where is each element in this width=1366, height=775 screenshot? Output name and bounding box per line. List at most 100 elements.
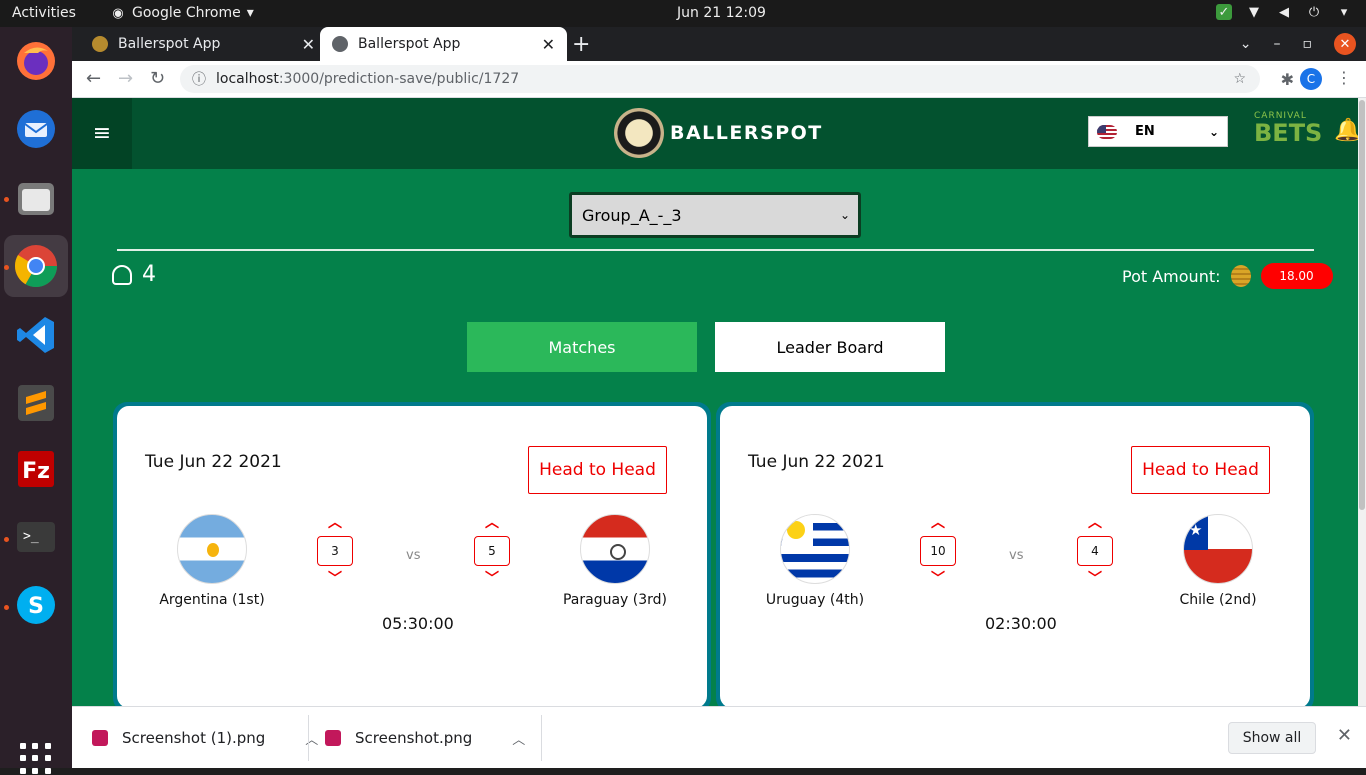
page-scrollbar[interactable] <box>1358 98 1366 706</box>
group-select[interactable]: Group_A_-_3 ⌄ <box>569 192 861 238</box>
close-icon[interactable]: ✕ <box>542 35 555 54</box>
address-bar[interactable]: ⓘ localhost :3000/prediction-save/public… <box>180 65 1260 93</box>
chevron-down-icon[interactable]: ﹀ <box>920 572 956 586</box>
home-score-input[interactable]: 3 <box>317 536 353 566</box>
globe-icon <box>332 36 348 52</box>
bookmark-star-icon[interactable]: ☆ <box>1233 71 1246 87</box>
update-icon[interactable]: ✓ <box>1216 4 1232 20</box>
profile-avatar[interactable]: C <box>1300 68 1322 90</box>
pot-label: Pot Amount: <box>1122 266 1221 286</box>
tab-search-icon[interactable]: ⌄ <box>1240 36 1252 52</box>
chevron-up-icon[interactable]: ︿ <box>512 729 525 748</box>
close-icon[interactable]: ✕ <box>302 35 315 54</box>
close-icon[interactable]: ✕ <box>1337 725 1352 746</box>
clock[interactable]: Jun 21 12:09 <box>677 5 766 21</box>
image-file-icon <box>325 730 341 746</box>
coin-stack-icon <box>1230 265 1251 287</box>
chevron-up-icon[interactable]: ︿ <box>317 516 353 530</box>
new-tab-icon[interactable]: + <box>572 32 590 57</box>
browser-toolbar: ← → ↻ ⓘ localhost :3000/prediction-save/… <box>72 61 1366 98</box>
download-item[interactable]: Screenshot.png ︿ <box>325 707 525 769</box>
app-menu-label: Google Chrome <box>132 5 241 21</box>
chevron-up-icon[interactable]: ︿ <box>474 516 510 530</box>
argentina-flag-icon <box>177 514 247 584</box>
power-icon: ⏻ <box>1308 4 1320 20</box>
window-close-icon[interactable]: ✕ <box>1334 33 1356 55</box>
language-select[interactable]: EN ⌄ <box>1088 116 1228 147</box>
away-score-input[interactable]: 4 <box>1077 536 1113 566</box>
files-icon[interactable] <box>10 173 62 225</box>
app-header: ≡ BALLERSPOT EN ⌄ CARNIVAL BETS 🔔 <box>72 98 1361 169</box>
away-score-input[interactable]: 5 <box>474 536 510 566</box>
away-team: Chile (2nd) <box>1153 514 1283 608</box>
uruguay-flag-icon <box>780 514 850 584</box>
browser-tab[interactable]: Ballerspot App ✕ <box>80 27 327 61</box>
sublime-text-icon[interactable] <box>10 377 62 429</box>
home-score-input[interactable]: 10 <box>920 536 956 566</box>
chevron-up-icon[interactable]: ︿ <box>1077 516 1113 530</box>
back-icon[interactable]: ← <box>86 68 101 89</box>
kebab-menu-icon[interactable]: ⋮ <box>1336 68 1352 87</box>
tab-strip: Ballerspot App ✕ Ballerspot App ✕ + ⌄ – … <box>72 27 1366 61</box>
running-indicator <box>4 537 9 542</box>
svg-text:>_: >_ <box>23 529 39 544</box>
download-item[interactable]: Screenshot (1).png ︿ <box>92 707 318 769</box>
system-tray[interactable]: ✓ ▼ ◀ ⏻ ▾ <box>1216 4 1352 20</box>
hamburger-menu-icon[interactable]: ≡ <box>72 98 132 169</box>
chrome-app-icon: ◉ <box>112 5 124 21</box>
extensions-icon[interactable]: ✱ <box>1281 70 1294 89</box>
chevron-down-icon: ⌄ <box>1208 124 1219 139</box>
chevron-down-icon[interactable]: ﹀ <box>474 572 510 586</box>
chevron-down-icon[interactable]: ﹀ <box>1077 572 1113 586</box>
forward-icon[interactable]: → <box>118 68 133 89</box>
away-team: Paraguay (3rd) <box>550 514 680 608</box>
match-time: 02:30:00 <box>985 614 1057 633</box>
browser-tab-active[interactable]: Ballerspot App ✕ <box>320 27 567 61</box>
divider <box>308 715 309 761</box>
dock: Fz >_ S <box>0 27 72 774</box>
volume-icon: ◀ <box>1279 4 1289 20</box>
download-filename: Screenshot.png <box>355 729 473 747</box>
app-menu[interactable]: ◉ Google Chrome ▾ <box>110 5 254 21</box>
filezilla-icon[interactable]: Fz <box>10 443 62 495</box>
home-team: Argentina (1st) <box>147 514 277 608</box>
user-count: 4 <box>112 262 156 287</box>
ballerspot-logo <box>614 108 664 158</box>
thunderbird-icon[interactable] <box>10 103 62 155</box>
group-select-value: Group_A_-_3 <box>582 205 682 225</box>
match-time: 05:30:00 <box>382 614 454 633</box>
scrollbar-thumb[interactable] <box>1359 100 1365 510</box>
sponsor-big-text: BETS <box>1254 119 1323 147</box>
show-all-button[interactable]: Show all <box>1228 722 1316 754</box>
skype-icon[interactable]: S <box>10 579 62 631</box>
svg-text:Fz: Fz <box>22 459 50 484</box>
chevron-down-icon[interactable]: ﹀ <box>317 572 353 586</box>
vscode-icon[interactable] <box>10 309 62 361</box>
site-info-icon[interactable]: ⓘ <box>192 69 206 89</box>
user-count-value: 4 <box>142 262 156 287</box>
download-filename: Screenshot (1).png <box>122 729 266 747</box>
away-team-name: Chile (2nd) <box>1179 592 1257 608</box>
reload-icon[interactable]: ↻ <box>150 68 165 89</box>
wifi-icon: ▼ <box>1249 4 1259 20</box>
chevron-down-icon: ▾ <box>246 5 254 21</box>
divider <box>541 715 542 761</box>
image-file-icon <box>92 730 108 746</box>
match-date: Tue Jun 22 2021 <box>145 452 282 472</box>
chrome-icon[interactable] <box>4 235 68 297</box>
matches-tab-button[interactable]: Matches <box>467 322 697 372</box>
carnival-bets-logo[interactable]: CARNIVAL BETS <box>1254 112 1323 147</box>
terminal-icon[interactable]: >_ <box>10 511 62 563</box>
chevron-up-icon[interactable]: ︿ <box>920 516 956 530</box>
activities-button[interactable]: Activities <box>12 5 76 21</box>
show-applications-icon[interactable] <box>20 743 52 775</box>
maximize-icon[interactable]: ▫ <box>1303 36 1313 52</box>
head-to-head-button[interactable]: Head to Head <box>528 446 667 494</box>
minimize-icon[interactable]: – <box>1274 36 1281 52</box>
url-path: :3000/prediction-save/public/1727 <box>278 71 520 87</box>
firefox-icon[interactable] <box>10 35 62 87</box>
head-to-head-button[interactable]: Head to Head <box>1131 446 1270 494</box>
leaderboard-tab-button[interactable]: Leader Board <box>715 322 945 372</box>
window-controls: ⌄ – ▫ ✕ <box>1240 33 1356 55</box>
home-team: Uruguay (4th) <box>750 514 880 608</box>
